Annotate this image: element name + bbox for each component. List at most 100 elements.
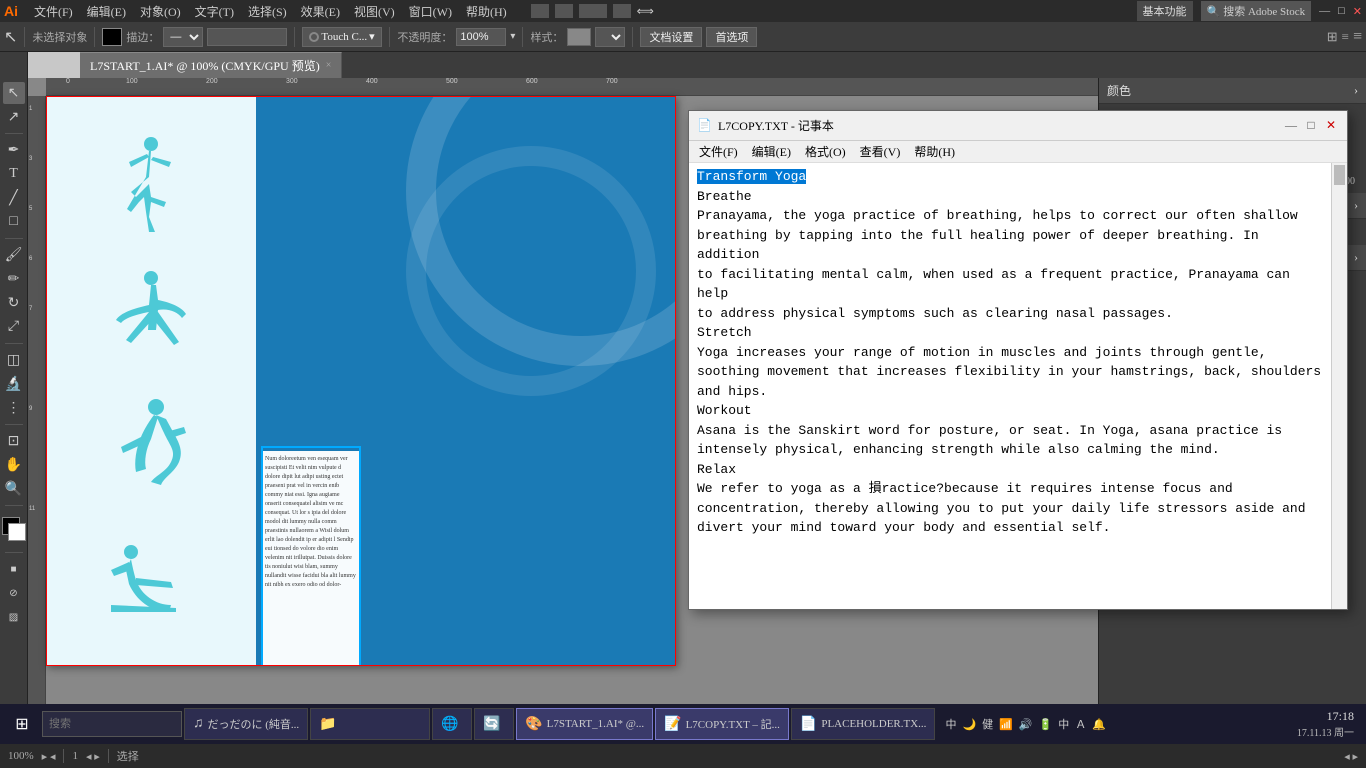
opacity-dropdown-arrow[interactable]: ▾ <box>510 31 515 42</box>
taskbar-search[interactable] <box>42 711 182 737</box>
eyedropper-tool[interactable]: 🔬 <box>3 373 25 395</box>
np-menu-help[interactable]: 帮助(H) <box>908 141 961 162</box>
notepad-close-btn[interactable]: ✕ <box>1323 118 1339 134</box>
menu-icon-4[interactable] <box>613 4 631 18</box>
menu-select[interactable]: 选择(S) <box>242 1 293 22</box>
poster-right-panel: Num doloreetum ven esequam ver suscipist… <box>256 96 676 666</box>
style-box[interactable] <box>567 28 591 46</box>
notepad-maximize-btn[interactable]: □ <box>1303 118 1319 134</box>
sys-icon-ime[interactable]: 中 <box>1058 716 1069 732</box>
yoga-figure-2 <box>101 260 201 370</box>
direct-select-tool[interactable]: ↗ <box>3 106 25 128</box>
gradient-box-icon[interactable]: ▨ <box>3 606 25 628</box>
np-menu-format[interactable]: 格式(O) <box>799 141 852 162</box>
arrange-icon[interactable]: ⟺ <box>637 4 654 19</box>
zoom-controls[interactable]: ▸ ◂ <box>42 750 56 763</box>
preferences-btn[interactable]: 首选项 <box>706 27 757 47</box>
sys-icon-health[interactable]: 健 <box>982 716 993 732</box>
notepad-content-wrap: Transform Yoga Breathe Pranayama, the yo… <box>689 163 1347 609</box>
minimize-btn[interactable]: — <box>1319 5 1330 17</box>
arrow-tool-icon[interactable]: ↖ <box>4 27 17 47</box>
hand-tool[interactable]: ✋ <box>3 454 25 476</box>
np-menu-view[interactable]: 查看(V) <box>854 141 907 162</box>
blend-tool[interactable]: ⋮ <box>3 397 25 419</box>
poster-text-box[interactable]: Num doloreetum ven esequam ver suscipist… <box>261 451 361 666</box>
zoom-tool[interactable]: 🔍 <box>3 478 25 500</box>
touch-dropdown-arrow[interactable]: ▾ <box>369 30 375 43</box>
menu-view[interactable]: 视图(V) <box>348 1 401 22</box>
pencil-tool[interactable]: ✏ <box>3 268 25 290</box>
notepad-content[interactable]: Transform Yoga Breathe Pranayama, the yo… <box>689 163 1331 609</box>
doc-settings-btn[interactable]: 文档设置 <box>640 27 702 47</box>
taskbar-music-app[interactable]: ♫ だっだのに (純音... <box>184 708 308 740</box>
menu-object[interactable]: 对象(O) <box>134 1 187 22</box>
sys-icon-ime2[interactable]: Ａ <box>1075 716 1086 732</box>
close-btn[interactable]: ✕ <box>1353 5 1362 18</box>
taskbar-placeholder[interactable]: 📄 PLACEHOLDER.TX... <box>791 708 936 740</box>
status-right-arrows[interactable]: ◂ ▸ <box>1344 750 1358 763</box>
notepad-scrollbar[interactable] <box>1331 163 1347 609</box>
top-menu-bar: Ai 文件(F) 编辑(E) 对象(O) 文字(T) 选择(S) 效果(E) 视… <box>0 0 1366 22</box>
browser2-icon: 🔄 <box>483 716 500 733</box>
sys-icon-notification[interactable]: 🔔 <box>1092 718 1106 731</box>
menu-file[interactable]: 文件(F) <box>28 1 79 22</box>
tool-divider-6 <box>5 552 23 553</box>
artboard[interactable]: Num doloreetum ven esequam ver suscipist… <box>46 96 676 666</box>
menu-help[interactable]: 帮助(H) <box>460 1 513 22</box>
artboard-tool[interactable]: ⊡ <box>3 430 25 452</box>
document-tab[interactable]: L7START_1.AI* @ 100% (CMYK/GPU 预览) × <box>80 52 342 78</box>
menu-icon-3[interactable] <box>579 4 607 18</box>
rect-tool[interactable]: □ <box>3 211 25 233</box>
page-controls[interactable]: ◂ ▸ <box>86 750 100 763</box>
no-fill-icon[interactable]: ⊘ <box>3 582 25 604</box>
sys-icon-battery[interactable]: 🔋 <box>1039 718 1053 731</box>
np-menu-edit[interactable]: 编辑(E) <box>746 141 797 162</box>
menu-window[interactable]: 窗口(W) <box>403 1 458 22</box>
menu-edit[interactable]: 编辑(E) <box>81 1 132 22</box>
menu-effect[interactable]: 效果(E) <box>295 1 346 22</box>
touch-button[interactable]: Touch C... ▾ <box>302 27 382 47</box>
sys-icon-chinese[interactable]: 中 <box>945 716 956 732</box>
notepad-titlebar[interactable]: 📄 L7COPY.TXT - 记事本 — □ ✕ <box>689 111 1347 141</box>
sys-icon-speaker[interactable]: 🔊 <box>1019 718 1033 731</box>
notepad-minimize-btn[interactable]: — <box>1283 118 1299 134</box>
scrollbar-thumb[interactable] <box>1334 165 1345 185</box>
taskbar-illustrator[interactable]: 🎨 L7START_1.AI* @... <box>516 708 653 740</box>
style-label: 样式： <box>530 29 563 45</box>
sys-icon-moon[interactable]: 🌙 <box>962 718 976 731</box>
fill-color-box[interactable] <box>102 28 122 46</box>
start-button[interactable]: ⊞ <box>4 706 40 742</box>
restore-btn[interactable]: □ <box>1338 5 1345 17</box>
basic-function-dropdown[interactable]: 基本功能 <box>1137 1 1193 21</box>
style-dropdown[interactable] <box>595 27 625 47</box>
menu-icon-2[interactable] <box>555 4 573 18</box>
adobe-stock-search[interactable]: 🔍 搜索 Adobe Stock <box>1201 1 1312 21</box>
taskbar-explorer[interactable]: 📁 <box>310 708 430 740</box>
stroke-value-input[interactable] <box>207 28 287 46</box>
rotate-tool[interactable]: ↻ <box>3 292 25 314</box>
stroke-dropdown[interactable]: — <box>163 27 203 47</box>
pen-tool[interactable]: ✒ <box>3 139 25 161</box>
more-options-icon[interactable]: ≡ <box>1353 28 1362 46</box>
doc-tab-close[interactable]: × <box>326 60 332 71</box>
type-tool[interactable]: T <box>3 163 25 185</box>
taskbar-notepad[interactable]: 📝 L7COPY.TXT – 記... <box>655 708 789 740</box>
menu-text[interactable]: 文字(T) <box>189 1 240 22</box>
np-menu-file[interactable]: 文件(F) <box>693 141 744 162</box>
line-tool[interactable]: ╱ <box>3 187 25 209</box>
select-tool[interactable]: ↖ <box>3 82 25 104</box>
align-icon[interactable]: ⊞ <box>1327 29 1338 45</box>
color-panel-header[interactable]: 颜色 › <box>1099 78 1366 104</box>
fill-box-icon[interactable]: ■ <box>3 558 25 580</box>
sys-icon-wifi[interactable]: 📶 <box>999 718 1013 731</box>
gradient-tool[interactable]: ◫ <box>3 349 25 371</box>
scale-tool[interactable]: ⤢ <box>3 316 25 338</box>
opacity-input[interactable] <box>456 28 506 46</box>
menu-icon-1[interactable] <box>531 4 549 18</box>
background-color[interactable] <box>8 523 26 541</box>
taskbar-ie[interactable]: 🌐 <box>432 708 472 740</box>
arrange-icon-2[interactable]: ≡ <box>1342 29 1349 45</box>
paintbrush-tool[interactable]: 🖌 <box>3 244 25 266</box>
taskbar-refresh[interactable]: 🔄 <box>474 708 514 740</box>
color-selector[interactable] <box>0 517 28 547</box>
